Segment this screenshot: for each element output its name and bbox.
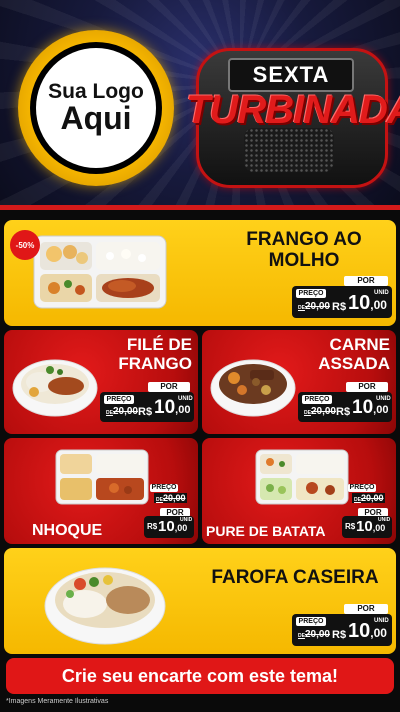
logo-placeholder: Sua Logo Aqui bbox=[36, 48, 156, 168]
currency-label: R$ bbox=[147, 522, 158, 531]
product-name: PURE DE BATATA bbox=[206, 523, 326, 539]
por-label: POR bbox=[346, 382, 388, 392]
product-card-carne-assada: CARNE ASSADA POR PREÇO DE20,00 R$ 10,00 … bbox=[202, 330, 396, 434]
por-label: POR bbox=[344, 604, 388, 614]
price-tag: POR PREÇO DE20,00 R$ 10,00 UNID bbox=[292, 604, 392, 648]
cta-banner[interactable]: Crie seu encarte com este tema! bbox=[6, 658, 394, 694]
preco-label: PREÇO bbox=[104, 395, 134, 404]
unid-label: UNID bbox=[374, 618, 389, 624]
preco-label: PREÇO bbox=[296, 617, 326, 626]
price-tag: POR PREÇO DE20,00 R$ 10,00 UNID bbox=[298, 382, 392, 426]
logo-line-1: Sua Logo bbox=[48, 79, 144, 103]
product-name: CARNE ASSADA bbox=[318, 335, 390, 373]
unid-label: UNID bbox=[374, 290, 389, 296]
product-name: FRANGO AO MOLHO bbox=[246, 229, 362, 271]
food-tray-image bbox=[255, 449, 349, 505]
badge-title-turbinada: TURBINADA bbox=[186, 88, 400, 132]
food-bowl-image bbox=[210, 359, 296, 417]
logo-badge: Sua Logo Aqui bbox=[18, 30, 174, 186]
product-name: FILÉ DE FRANGO bbox=[118, 335, 192, 373]
sexta-turbinada-badge: SEXTA TURBINADA bbox=[186, 40, 400, 190]
food-tray-image bbox=[33, 235, 167, 309]
currency-label: R$ bbox=[345, 522, 356, 531]
discount-badge: -50% bbox=[10, 230, 40, 260]
food-bowl-image bbox=[12, 359, 98, 417]
por-label: POR bbox=[148, 382, 190, 392]
header-divider bbox=[0, 205, 400, 210]
preco-label: PREÇO bbox=[296, 289, 326, 298]
currency-label: R$ bbox=[332, 629, 347, 641]
unid-label: UNID bbox=[178, 396, 193, 402]
product-card-pure-de-batata: PURE DE BATATA PREÇO DE20,00 POR R$ 10,0… bbox=[202, 438, 396, 544]
price-tag: PREÇO DE20,00 POR R$ 10,00 UNID bbox=[144, 484, 194, 540]
disclaimer-text: *Imagens Meramente Ilustrativas bbox=[6, 698, 109, 705]
price-tag: PREÇO DE20,00 POR R$ 10,00 UNID bbox=[342, 484, 392, 540]
badge-title-sexta: SEXTA bbox=[252, 62, 330, 87]
old-price: DE20,00 bbox=[352, 493, 386, 503]
currency-label: R$ bbox=[336, 406, 351, 418]
food-tray-image bbox=[55, 449, 149, 505]
product-name: FAROFA CASEIRA bbox=[211, 567, 379, 588]
food-bowl-image bbox=[44, 567, 166, 645]
preco-label: PREÇO bbox=[348, 484, 376, 492]
unid-label: UNID bbox=[378, 517, 391, 523]
unid-label: UNID bbox=[180, 517, 193, 523]
old-price: DE20,00 bbox=[298, 629, 330, 640]
product-name: NHOQUE bbox=[32, 522, 103, 539]
price-tag: POR PREÇO DE20,00 R$ 10,00 UNID bbox=[292, 276, 392, 320]
header-banner: Sua Logo Aqui SEXTA TURBINADA bbox=[0, 0, 400, 210]
old-price: DE20,00 bbox=[304, 406, 336, 417]
product-card-farofa-caseira: FAROFA CASEIRA POR PREÇO DE20,00 R$ 10,0… bbox=[4, 548, 396, 654]
currency-label: R$ bbox=[332, 301, 347, 313]
logo-line-2: Aqui bbox=[60, 99, 132, 136]
old-price: DE20,00 bbox=[106, 406, 138, 417]
por-label: POR bbox=[344, 276, 388, 286]
unid-label: UNID bbox=[376, 396, 391, 402]
old-price: DE20,00 bbox=[298, 301, 330, 312]
product-card-frango-ao-molho: -50% FRANGO AO MOLHO POR PREÇO DE20,00 R… bbox=[4, 220, 396, 326]
product-card-file-de-frango: FILÉ DE FRANGO POR PREÇO DE20,00 R$ 10,0… bbox=[4, 330, 198, 434]
speaker-grill-decoration bbox=[244, 128, 334, 172]
currency-label: R$ bbox=[138, 406, 153, 418]
preco-label: PREÇO bbox=[302, 395, 332, 404]
product-card-nhoque: NHOQUE PREÇO DE20,00 POR R$ 10,00 UNID bbox=[4, 438, 198, 544]
preco-label: PREÇO bbox=[150, 484, 178, 492]
old-price: DE20,00 bbox=[154, 493, 188, 503]
price-tag: POR PREÇO DE20,00 R$ 10,00 UNID bbox=[100, 382, 194, 426]
